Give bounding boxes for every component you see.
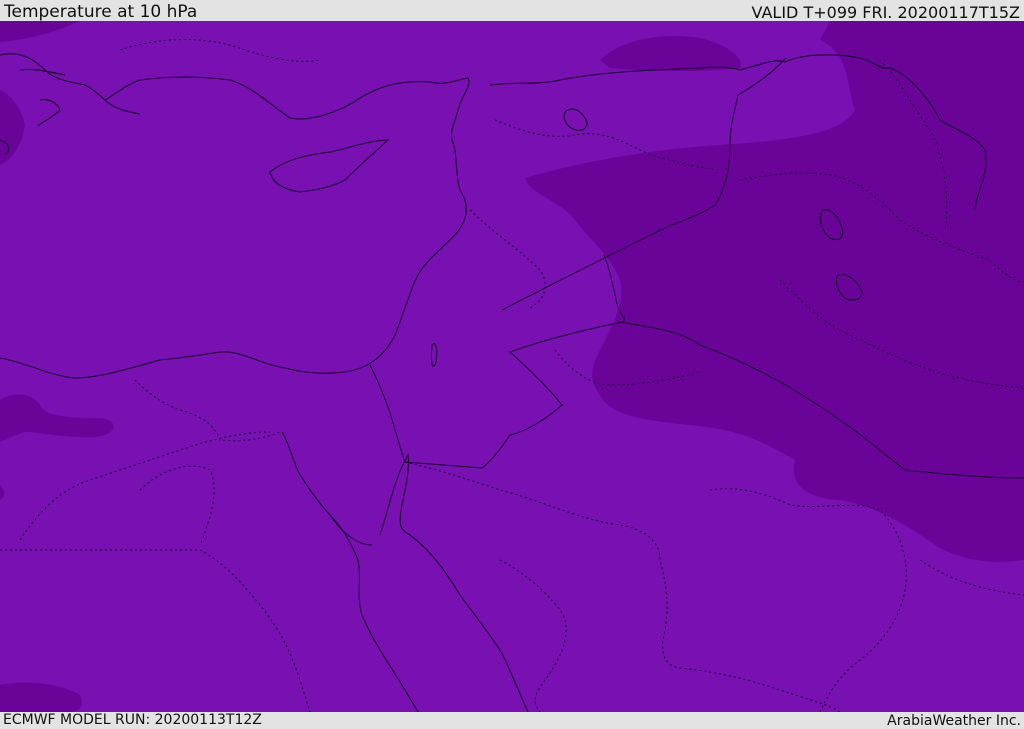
header-bar: Temperature at 10 hPa VALID T+099 FRI. 2…: [0, 0, 1024, 21]
footer-bar: ECMWF MODEL RUN: 20200113T12Z ArabiaWeat…: [0, 712, 1024, 729]
map-title: Temperature at 10 hPa: [4, 2, 198, 22]
brand-label: ArabiaWeather Inc.: [887, 713, 1021, 729]
weather-map[interactable]: [0, 21, 1024, 712]
model-run-label: ECMWF MODEL RUN: 20200113T12Z: [3, 712, 262, 728]
valid-time-label: VALID T+099 FRI. 20200117T15Z: [751, 3, 1020, 22]
